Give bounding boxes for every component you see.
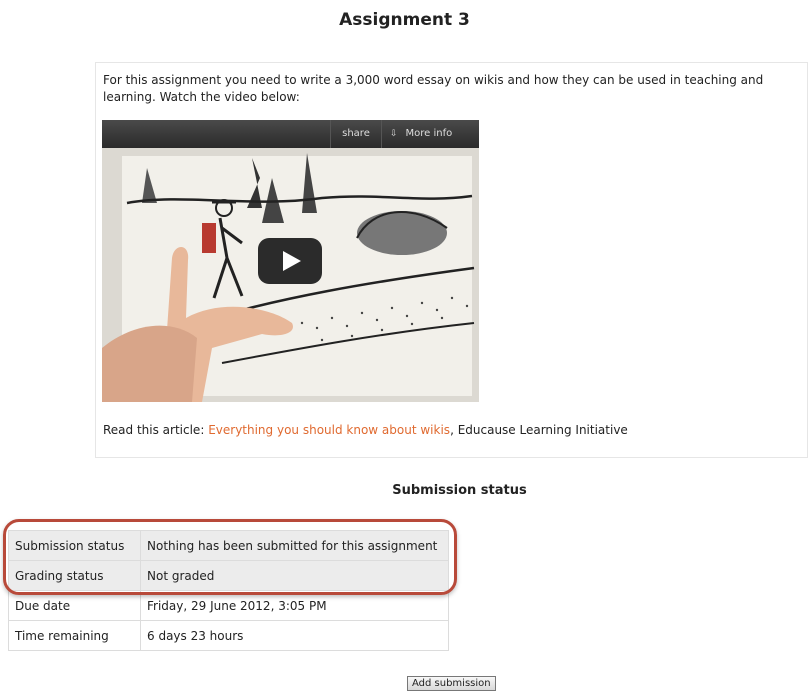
table-row: Submission status Nothing has been submi… [8,530,449,561]
table-row: Grading status Not graded [8,560,449,591]
table-cell-value: Not graded [140,560,449,591]
table-cell-label: Submission status [8,530,141,561]
play-icon [283,251,301,271]
table-cell-label: Due date [8,590,141,621]
video-controls-bar: share ⇩ More info [102,120,479,148]
add-submission-button[interactable]: Add submission [407,676,496,691]
article-reference: Read this article: Everything you should… [103,423,628,437]
article-link[interactable]: Everything you should know about wikis [208,423,450,437]
submission-status-heading: Submission status [392,483,527,498]
submission-status-table: Submission status Nothing has been submi… [8,530,449,651]
page-title: Assignment 3 [339,10,470,30]
table-row: Due date Friday, 29 June 2012, 3:05 PM [8,590,449,621]
table-cell-value: Friday, 29 June 2012, 3:05 PM [140,590,449,621]
table-row: Time remaining 6 days 23 hours [8,620,449,651]
article-prefix: Read this article: [103,423,209,437]
assignment-intro-text: For this assignment you need to write a … [103,73,764,104]
table-cell-label: Grading status [8,560,141,591]
table-cell-value: 6 days 23 hours [140,620,449,651]
video-player[interactable]: share ⇩ More info [102,120,479,402]
article-suffix: , Educause Learning Initiative [450,423,628,437]
video-share-button[interactable]: share [330,120,382,148]
video-more-info-button[interactable]: ⇩ More info [390,120,452,148]
video-play-button[interactable] [258,238,322,284]
double-chevron-down-icon: ⇩ [390,129,398,139]
table-cell-label: Time remaining [8,620,141,651]
table-cell-value: Nothing has been submitted for this assi… [140,530,449,561]
video-more-info-label: More info [405,128,453,139]
